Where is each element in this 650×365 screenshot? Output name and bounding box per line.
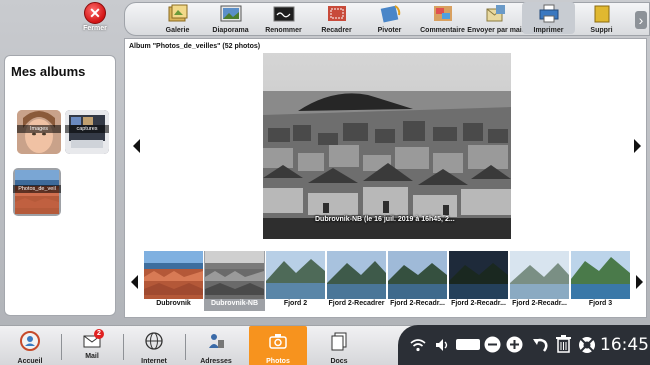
nav-adresses-label: Adresses — [200, 358, 232, 365]
film-thumbnail — [266, 251, 325, 299]
album-images-label: Images — [17, 125, 61, 133]
system-tray: 16:45 — [398, 325, 650, 365]
filmstrip: Dubrovnik Dubrovnik-NB Fjord 2 Fjord 2-R… — [143, 251, 633, 311]
photo-viewer: Album "Photos_de_veilles" (52 photos) Du… — [124, 38, 647, 318]
next-photo-arrow-icon[interactable] — [634, 139, 641, 153]
nav-mail-label: Mail — [85, 353, 99, 360]
volume-down-icon[interactable] — [484, 336, 501, 353]
album-captures-label: captures — [65, 125, 109, 133]
nav-accueil[interactable]: Accueil — [2, 326, 58, 365]
rename-icon — [273, 6, 294, 22]
film-label: Fjord 2-Recadr... — [512, 300, 567, 307]
globe-icon — [145, 332, 163, 350]
album-photos-de-veilles[interactable]: Photos_de_veil — [13, 168, 61, 216]
nav-photos[interactable]: Photos — [249, 326, 307, 365]
close-label: Fermer — [83, 25, 107, 32]
toolbar-rename-button[interactable]: Renommer — [257, 2, 310, 34]
volume-level-bar[interactable] — [456, 339, 480, 350]
nav-separator — [61, 334, 62, 360]
close-button[interactable]: ✕ Fermer — [78, 2, 112, 32]
toolbar-slideshow-button[interactable]: Diaporama — [204, 2, 257, 34]
film-thumbnail — [571, 251, 630, 299]
toolbar-send-mail-button[interactable]: Envoyer par mail — [467, 2, 524, 34]
volume-up-icon[interactable] — [506, 336, 523, 353]
current-photo-image — [263, 53, 511, 239]
film-label: Fjord 2-Recadrer — [328, 300, 385, 307]
toolbar: Galerie Diaporama Renommer Recadrer Pivo… — [124, 2, 650, 36]
toolbar-rotate-button[interactable]: Pivoter — [363, 2, 416, 34]
close-icon: ✕ — [84, 2, 106, 24]
nav-photos-label: Photos — [266, 358, 290, 365]
nav-internet-label: Internet — [141, 358, 167, 365]
film-thumbnail — [510, 251, 569, 299]
toolbar-scroll-right-icon[interactable]: › — [635, 11, 647, 29]
film-item-selected[interactable]: Dubrovnik-NB — [204, 251, 265, 311]
film-item[interactable]: Fjord 2-Recadr... — [448, 251, 509, 311]
home-logo-icon — [20, 331, 40, 351]
wifi-icon[interactable] — [410, 337, 426, 353]
film-thumbnail — [144, 251, 203, 299]
slideshow-icon — [220, 5, 241, 22]
mail-unread-badge: 2 — [94, 329, 104, 339]
trash-icon[interactable] — [556, 335, 571, 353]
rotate-icon — [380, 5, 400, 23]
previous-photo-arrow-icon[interactable] — [133, 139, 140, 153]
nav-adresses[interactable]: Adresses — [188, 326, 244, 365]
toolbar-crop-button[interactable]: Recadrer — [310, 2, 363, 34]
film-thumbnail — [388, 251, 447, 299]
mail-icon: 2 — [82, 329, 104, 351]
filmstrip-previous-arrow-icon[interactable] — [131, 275, 138, 289]
nav-separator — [123, 334, 124, 360]
albums-panel: Mes albums Images captures Photos_de_vei… — [4, 55, 116, 316]
film-item[interactable]: Dubrovnik — [143, 251, 204, 311]
toolbar-delete-label: Suppri — [590, 27, 613, 34]
film-item[interactable]: Fjord 2 — [265, 251, 326, 311]
gallery-icon — [168, 4, 187, 22]
help-lifebuoy-icon[interactable] — [578, 336, 596, 354]
contacts-icon — [209, 334, 224, 348]
toolbar-print-button[interactable]: Imprimer — [522, 2, 575, 34]
film-label: Dubrovnik — [156, 300, 191, 307]
filmstrip-next-arrow-icon[interactable] — [636, 275, 643, 289]
film-label: Fjord 3 — [588, 300, 613, 307]
photo-caption: Dubrovnik-NB (le 16 juil. 2019 à 16h45, … — [315, 216, 455, 223]
album-images[interactable]: Images — [17, 110, 61, 154]
delete-icon — [594, 5, 609, 23]
nav-internet[interactable]: Internet — [126, 326, 182, 365]
toolbar-comment-button[interactable]: Commentaire — [416, 2, 469, 34]
album-title: Album "Photos_de_veilles" (52 photos) — [129, 43, 261, 50]
film-thumbnail — [449, 251, 508, 299]
volume-icon[interactable] — [434, 337, 450, 353]
nav-separator — [185, 334, 186, 360]
film-item[interactable]: Fjord 2-Recadr... — [387, 251, 448, 311]
clock: 16:45 — [600, 335, 649, 355]
nav-accueil-label: Accueil — [17, 358, 43, 365]
nav-mail[interactable]: 2 Mail — [64, 326, 120, 365]
app-window: ✕ Fermer Galerie Diaporama Renommer Reca… — [0, 0, 650, 365]
send-mail-icon — [486, 5, 505, 22]
film-item[interactable]: Fjord 2-Recadr... — [509, 251, 570, 311]
nav-docs[interactable]: Docs — [311, 326, 367, 365]
nav-docs-label: Docs — [330, 358, 348, 365]
camera-icon — [269, 334, 287, 349]
film-item[interactable]: Fjord 3 — [570, 251, 631, 311]
current-photo[interactable]: Dubrovnik-NB (le 16 juil. 2019 à 16h45, … — [263, 53, 511, 239]
film-thumbnail — [327, 251, 386, 299]
crop-icon — [327, 6, 346, 21]
toolbar-delete-button[interactable]: Suppri — [575, 2, 628, 34]
film-item[interactable]: Fjord 2-Recadrer — [326, 251, 387, 311]
film-thumbnail — [205, 251, 264, 299]
film-label: Dubrovnik-NB — [210, 300, 259, 307]
album-captures[interactable]: captures — [65, 110, 109, 154]
documents-icon — [331, 332, 347, 351]
albums-title: Mes albums — [11, 64, 86, 79]
undo-icon[interactable] — [532, 336, 549, 353]
album-photos-label: Photos_de_veil — [13, 185, 61, 193]
comment-icon — [433, 6, 452, 21]
film-label: Fjord 2-Recadr... — [451, 300, 506, 307]
toolbar-gallery-button[interactable]: Galerie — [151, 2, 204, 34]
print-icon — [539, 4, 558, 23]
film-label: Fjord 2-Recadr... — [390, 300, 445, 307]
film-label: Fjord 2 — [283, 300, 308, 307]
